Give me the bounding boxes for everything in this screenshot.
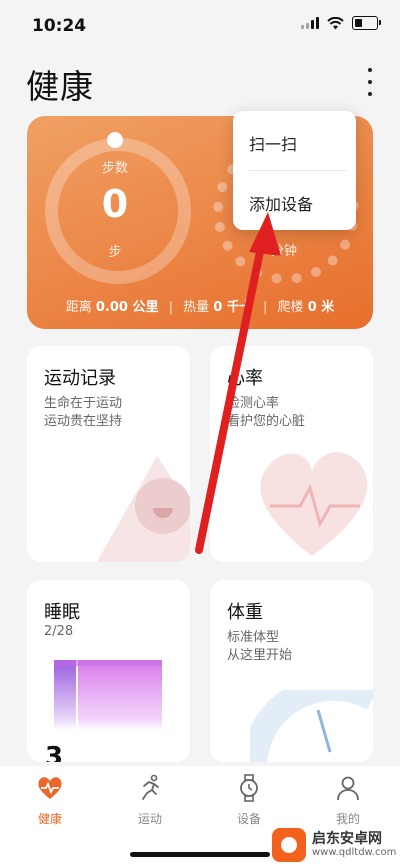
- wifi-icon: [327, 16, 344, 29]
- more-options-icon[interactable]: [362, 68, 378, 96]
- exercise-record-tile[interactable]: 运动记录 生命在于运动 运动贵在坚持: [27, 346, 190, 562]
- tab-label: 设备: [236, 812, 261, 826]
- status-time: 10:24: [32, 16, 87, 36]
- tile-title: 心率: [227, 368, 263, 389]
- tile-subtitle: 生命在于运动: [44, 396, 123, 411]
- calories-value: 0 千卡: [213, 300, 253, 315]
- tile-subtitle: 看护您的心脏: [227, 414, 306, 429]
- watermark-url: www.qdltdw.com: [312, 847, 397, 858]
- tile-subtitle: 标准体型: [227, 630, 280, 645]
- battery-icon: [352, 16, 381, 30]
- status-bar: 10:24: [0, 0, 400, 50]
- sleep-tile[interactable]: 睡眠 2/28 3 14: [27, 580, 190, 762]
- tab-label: 健康: [37, 812, 62, 826]
- heart-pulse-icon: [38, 777, 62, 799]
- menu-item-add-device[interactable]: 添加设备: [249, 191, 313, 215]
- tile-title: 运动记录: [44, 368, 116, 389]
- sleep-duration: 3 14: [45, 742, 104, 762]
- steps-unit: 步: [108, 245, 122, 260]
- menu-item-scan[interactable]: 扫一扫: [249, 131, 297, 155]
- site-watermark: 启东安卓网 www.qdltdw.com: [272, 828, 396, 862]
- heart-rate-tile[interactable]: 心率 检测心率 看护您的心脏: [210, 346, 373, 562]
- weight-tile[interactable]: 体重 标准体型 从这里开始: [210, 580, 373, 762]
- tab-label: 我的: [335, 812, 360, 826]
- tile-title: 体重: [227, 602, 263, 623]
- sleep-chart: [54, 660, 162, 730]
- tab-label: 运动: [137, 812, 162, 826]
- stat-separator: |: [263, 300, 268, 315]
- person-icon: [337, 776, 359, 801]
- floors-label: 爬楼: [277, 300, 304, 315]
- tab-devices[interactable]: 设备: [219, 774, 279, 827]
- tab-me[interactable]: 我的: [318, 774, 378, 827]
- watermark-title: 启东安卓网: [312, 831, 382, 847]
- summary-stats: 距离 0.00 公里 | 热量 0 千卡 | 爬楼 0 米: [27, 296, 373, 315]
- tile-subtitle: 运动贵在坚持: [44, 414, 123, 429]
- deep-sleep-bar: [54, 660, 76, 730]
- tile-subtitle: 从这里开始: [227, 648, 293, 663]
- cellular-signal-icon: [301, 17, 319, 29]
- menu-divider: [249, 170, 346, 171]
- popup-menu: 扫一扫 添加设备: [233, 111, 356, 230]
- calories-label: 热量: [183, 300, 210, 315]
- steps-value: 0: [101, 182, 129, 226]
- heart-illustration-icon: [260, 452, 368, 556]
- floors-value: 0 米: [307, 300, 335, 315]
- light-sleep-bar: [78, 660, 162, 730]
- steps-label: 步数: [101, 161, 128, 176]
- watermark-logo-icon: [272, 828, 306, 862]
- minutes-unit: 分钟: [271, 244, 298, 259]
- exercise-illustration-icon: [97, 456, 190, 562]
- stat-separator: |: [168, 300, 173, 315]
- weight-gauge-icon: [250, 690, 373, 762]
- sleep-date: 2/28: [44, 624, 74, 639]
- distance-value: 0.00 公里: [95, 300, 159, 315]
- tab-exercise[interactable]: 运动: [120, 774, 180, 827]
- tab-health[interactable]: 健康: [20, 774, 80, 827]
- distance-label: 距离: [65, 300, 92, 315]
- runner-icon: [142, 774, 159, 800]
- status-icons: [301, 16, 381, 30]
- sleep-bar-top: [54, 660, 162, 666]
- tile-subtitle: 检测心率: [227, 396, 280, 411]
- watch-icon: [240, 774, 258, 802]
- ring-progress-dot: [107, 132, 123, 148]
- tile-title: 睡眠: [44, 602, 80, 623]
- page-title: 健康: [26, 67, 94, 106]
- home-indicator: [130, 852, 270, 857]
